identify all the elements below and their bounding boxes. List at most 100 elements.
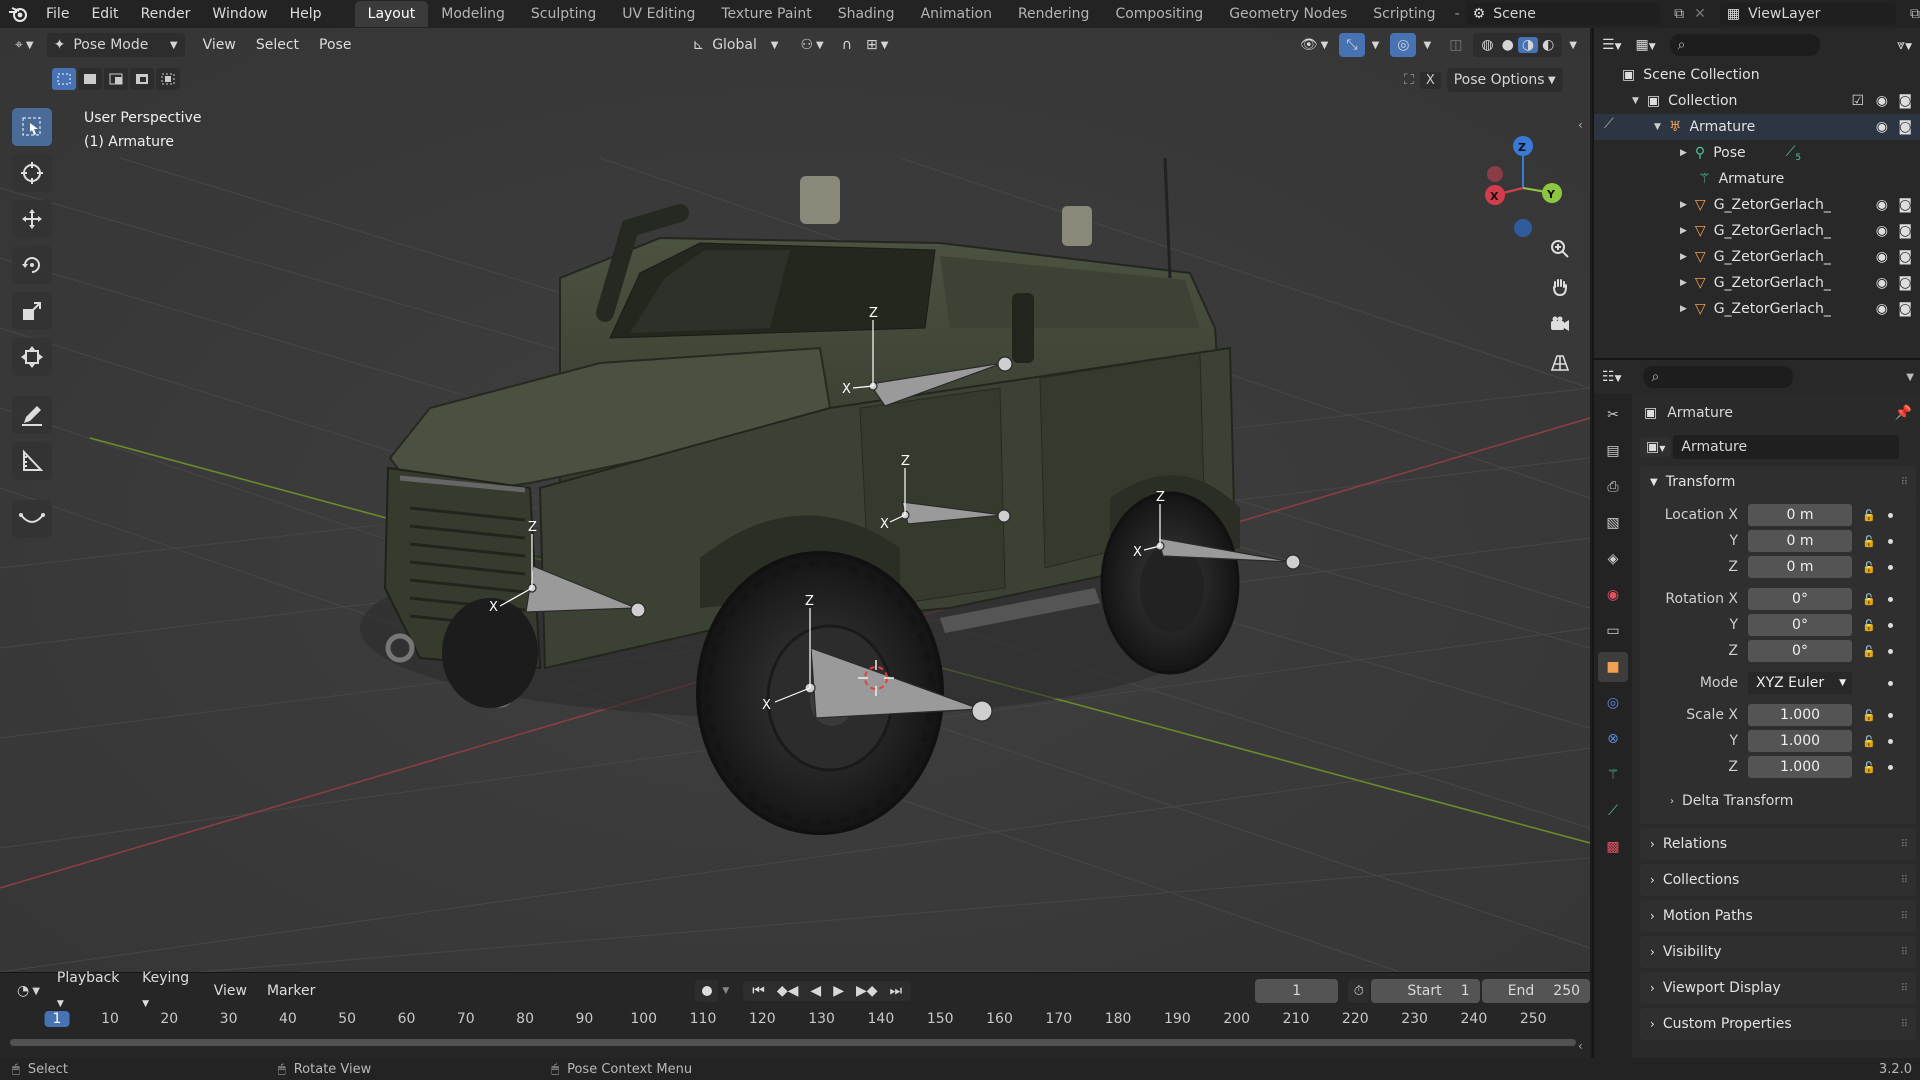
lock-icon[interactable]: 🔓 bbox=[1862, 593, 1876, 606]
jump-end-icon[interactable]: ⏭ bbox=[885, 983, 908, 999]
snap-target-selector[interactable]: ⊞ ▼ bbox=[859, 33, 895, 57]
expand-down-icon[interactable]: ▼ bbox=[1632, 96, 1639, 106]
outliner-row-scene-collection[interactable]: ▣ Scene Collection bbox=[1594, 62, 1920, 88]
menu-render[interactable]: Render bbox=[130, 0, 202, 28]
blender-logo-icon[interactable] bbox=[0, 5, 35, 23]
delta-transform-subpanel[interactable]: › Delta Transform bbox=[1640, 784, 1916, 818]
next-keyframe-icon[interactable]: ▶◆ bbox=[851, 983, 883, 999]
eye-icon[interactable]: ◉ bbox=[1876, 197, 1888, 213]
outliner-row-mesh[interactable]: ▶ ▽ G_ZetorGerlach_ ◉ ◙ bbox=[1594, 192, 1920, 218]
tab-uv-editing[interactable]: UV Editing bbox=[609, 1, 708, 27]
end-frame-field[interactable]: End 250 bbox=[1481, 979, 1591, 1003]
tab-texture[interactable]: ▩ bbox=[1598, 832, 1628, 862]
tab-shading[interactable]: Shading bbox=[825, 1, 908, 27]
lock-icon[interactable]: 🔓 bbox=[1862, 735, 1876, 748]
outliner-row-pose[interactable]: ▶ ⚲ Pose ⟋5 bbox=[1594, 140, 1920, 166]
tab-modeling[interactable]: Modeling bbox=[428, 1, 518, 27]
eye-icon[interactable]: ◉ bbox=[1876, 93, 1888, 109]
x-mirror-toggle[interactable]: X bbox=[1419, 71, 1441, 89]
camera-icon[interactable]: ◙ bbox=[1898, 197, 1912, 213]
menu-timeline-view[interactable]: View bbox=[204, 979, 257, 1003]
3d-viewport[interactable]: ZX ZX ZX ZX ZX Z X Y ⌖ ▼ ✦ Pose Mode ▼ V… bbox=[0, 28, 1590, 972]
transform-tool[interactable] bbox=[12, 338, 52, 376]
pose-options-dropdown[interactable]: Pose Options ▼ bbox=[1446, 68, 1563, 92]
menu-edit[interactable]: Edit bbox=[80, 0, 129, 28]
rotation-x-field[interactable]: 0° bbox=[1748, 588, 1852, 610]
keyframe-dot-icon[interactable] bbox=[1888, 764, 1893, 770]
tab-object-data[interactable]: ⚚ bbox=[1598, 760, 1628, 790]
expand-right-icon[interactable]: ▶ bbox=[1680, 200, 1687, 210]
custom-properties-panel-header[interactable]: › Custom Properties ⠿ bbox=[1640, 1008, 1916, 1040]
keyframe-dot-icon[interactable] bbox=[1888, 738, 1893, 744]
collapse-sidebar-icon[interactable]: ‹ bbox=[1578, 118, 1583, 132]
properties-editor-icon[interactable]: ☷▼ bbox=[1602, 369, 1621, 385]
scale-y-field[interactable]: 1.000 bbox=[1748, 730, 1852, 752]
tab-object[interactable]: ■ bbox=[1598, 652, 1628, 682]
scale-tool[interactable] bbox=[12, 292, 52, 330]
lock-icon[interactable]: 🔓 bbox=[1862, 561, 1876, 574]
tab-view-layer[interactable]: ▧ bbox=[1598, 508, 1628, 538]
camera-icon[interactable]: ◙ bbox=[1898, 275, 1912, 291]
keyframe-dot-icon[interactable] bbox=[1888, 648, 1893, 654]
timeline-editor-type[interactable]: ◔ ▼ bbox=[10, 979, 47, 1003]
outliner-editor-icon[interactable]: ☰▼ bbox=[1602, 37, 1621, 53]
solid-shading-icon[interactable]: ● bbox=[1498, 37, 1518, 53]
outliner-row-armature[interactable]: ▼ ♅ Armature ◉ ◙ bbox=[1594, 114, 1920, 140]
keyframe-dot-icon[interactable] bbox=[1888, 712, 1893, 718]
select-invert-icon[interactable] bbox=[130, 68, 154, 90]
drag-handle-icon[interactable]: ⠿ bbox=[1901, 1019, 1908, 1030]
outliner-search-input[interactable]: ⌕ bbox=[1669, 34, 1820, 56]
object-browse-icon[interactable]: ▣▼ bbox=[1640, 437, 1672, 457]
tab-animation[interactable]: Animation bbox=[908, 1, 1005, 27]
tab-scene[interactable]: ◈ bbox=[1598, 544, 1628, 574]
menu-file[interactable]: File bbox=[35, 0, 80, 28]
select-intersect-icon[interactable] bbox=[156, 68, 180, 90]
tab-modifiers[interactable]: ◎ bbox=[1598, 688, 1628, 718]
lock-icon[interactable]: 🔓 bbox=[1862, 709, 1876, 722]
scene-selector[interactable]: ⚙ Scene bbox=[1465, 3, 1661, 25]
tab-compositing[interactable]: Compositing bbox=[1102, 1, 1216, 27]
outliner-row-mesh[interactable]: ▶ ▽ G_ZetorGerlach_ ◉ ◙ bbox=[1594, 270, 1920, 296]
menu-marker[interactable]: Marker bbox=[257, 979, 325, 1003]
view-layer-selector[interactable]: ▦ ViewLayer bbox=[1719, 3, 1896, 25]
camera-icon[interactable]: ◙ bbox=[1898, 301, 1912, 317]
relations-panel-header[interactable]: › Relations ⠿ bbox=[1640, 828, 1916, 860]
camera-icon[interactable]: ◙ bbox=[1898, 93, 1912, 109]
location-x-field[interactable]: 0 m bbox=[1748, 504, 1852, 526]
visibility-panel-header[interactable]: › Visibility ⠿ bbox=[1640, 936, 1916, 968]
expand-right-icon[interactable]: ▶ bbox=[1680, 278, 1687, 288]
use-preview-range-icon[interactable]: ⏱ bbox=[1348, 979, 1370, 1003]
camera-icon[interactable]: ◙ bbox=[1898, 223, 1912, 239]
filter-icon[interactable]: ⩔▼ bbox=[1897, 37, 1912, 53]
orientation-selector[interactable]: ⊾ Global ▼ bbox=[685, 33, 785, 57]
checkbox-icon[interactable]: ☑ bbox=[1851, 93, 1864, 109]
location-z-field[interactable]: 0 m bbox=[1748, 556, 1852, 578]
jump-start-icon[interactable]: ⏮ bbox=[747, 983, 770, 999]
expand-right-icon[interactable]: ▶ bbox=[1680, 304, 1687, 314]
rotation-mode-dropdown[interactable]: XYZ Euler ▼ bbox=[1748, 672, 1852, 694]
display-mode-icon[interactable]: ▦▼ bbox=[1635, 37, 1655, 53]
eye-icon[interactable]: ◉ bbox=[1876, 119, 1888, 135]
keyframe-dot-icon[interactable] bbox=[1888, 564, 1893, 570]
collections-panel-header[interactable]: › Collections ⠿ bbox=[1640, 864, 1916, 896]
select-extend-icon[interactable] bbox=[78, 68, 102, 90]
ortho-toggle-button[interactable] bbox=[1545, 348, 1575, 378]
record-button[interactable] bbox=[695, 980, 719, 1002]
drag-handle-icon[interactable]: ⠿ bbox=[1901, 911, 1908, 922]
collapse-sidebar-icon[interactable]: ‹ bbox=[1578, 1039, 1583, 1053]
lock-icon[interactable]: 🔓 bbox=[1862, 535, 1876, 548]
snap-toggle[interactable]: ∩ bbox=[835, 33, 859, 57]
camera-view-button[interactable] bbox=[1545, 310, 1575, 340]
delete-scene-icon[interactable]: ✕ bbox=[1694, 6, 1706, 22]
material-shading-icon[interactable]: ◑ bbox=[1517, 37, 1539, 53]
zoom-view-button[interactable] bbox=[1545, 234, 1575, 264]
pin-icon[interactable]: 📌 bbox=[1895, 405, 1912, 421]
timeline-ruler[interactable]: 1 10 20 30 40 50 60 70 80 90 100 110 120 130 140 150 160… bbox=[0, 1009, 1590, 1031]
new-scene-icon[interactable]: ⧉ bbox=[1674, 6, 1684, 22]
rotate-tool[interactable] bbox=[12, 246, 52, 284]
tab-scripting[interactable]: Scripting bbox=[1360, 1, 1448, 27]
mode-selector[interactable]: ✦ Pose Mode ▼ bbox=[46, 33, 185, 57]
expand-right-icon[interactable]: ▶ bbox=[1680, 226, 1687, 236]
rotation-z-field[interactable]: 0° bbox=[1748, 640, 1852, 662]
keyframe-dot-icon[interactable] bbox=[1888, 680, 1893, 686]
